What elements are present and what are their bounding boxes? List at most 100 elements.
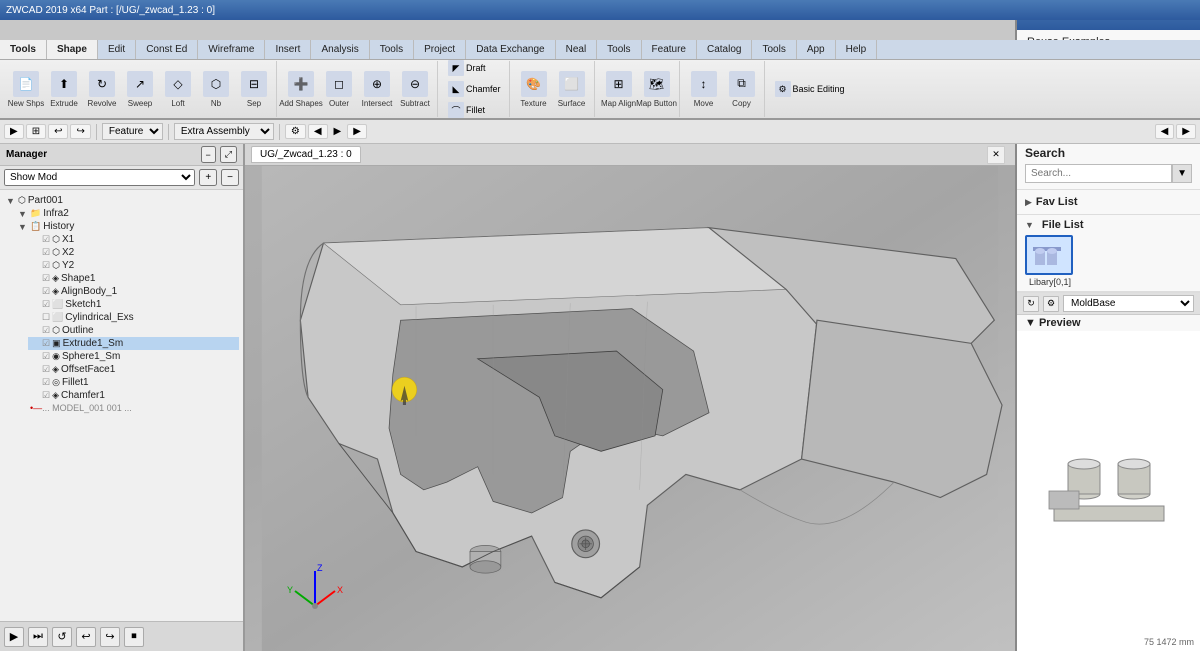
loop-btn[interactable]: ↺ — [52, 627, 72, 647]
tree-item-cylindrical[interactable]: ☐ ⬜ Cylindrical_Exs — [28, 311, 239, 324]
ribbon-tab-const[interactable]: Const Ed — [136, 40, 198, 59]
tree-item-extrude1[interactable]: ☑ ▣ Extrude1_Sm — [28, 337, 239, 350]
ribbon-btn-loft[interactable]: ◇ Loft — [160, 67, 196, 111]
tree-item-y2[interactable]: ☑ ⬡ Y2 — [28, 259, 239, 272]
panel-float-btn[interactable]: ⤢ — [220, 146, 237, 163]
ribbon-tab-edit[interactable]: Edit — [98, 40, 136, 59]
ribbon-tab-wireframe[interactable]: Wireframe — [198, 40, 265, 59]
toolbar-undo-btn[interactable]: ↩ — [48, 124, 68, 139]
tree-item-history[interactable]: ▼ 📋 History — [16, 220, 239, 233]
ribbon-tab-tools2[interactable]: Tools — [370, 40, 414, 59]
viewport-tab[interactable]: UG/_Zwcad_1.23 : 0 — [251, 146, 361, 163]
preview-dropdown[interactable]: MoldBase MoldStd — [1063, 295, 1194, 312]
tree-item-infra2[interactable]: ▼ 📁 Infra2 — [16, 207, 239, 220]
ribbon-tab-analysis[interactable]: Analysis — [311, 40, 369, 59]
favlist-header[interactable]: ▶ Fav List — [1025, 194, 1192, 210]
ribbon-btn-move[interactable]: ↕ Move — [686, 67, 722, 111]
ribbon-btn-texture[interactable]: 🎨 Texture — [516, 67, 552, 111]
toolbar-play-btn[interactable]: ▶ — [4, 124, 24, 139]
ribbon-tabs: Tools Shape Edit Const Ed Wireframe Inse… — [0, 40, 1200, 60]
ribbon-btn-intersect[interactable]: ⊕ Intersect — [359, 67, 395, 111]
ribbon-tab-shape[interactable]: Shape — [47, 40, 98, 59]
step-fwd-btn[interactable]: ↪ — [100, 627, 120, 647]
ribbon-btn-revolve[interactable]: ↻ Revolve — [84, 67, 120, 111]
ribbon-tab-tools3[interactable]: Tools — [597, 40, 641, 59]
ribbon-btn-nb[interactable]: ⬡ Nb — [198, 67, 234, 111]
viewport[interactable]: UG/_Zwcad_1.23 : 0 ✕ — [245, 144, 1015, 651]
favlist-section: ▶ Fav List — [1017, 190, 1200, 215]
ribbon-tab-tools4[interactable]: Tools — [752, 40, 796, 59]
ribbon-tab-tools[interactable]: Tools — [0, 40, 47, 59]
toolbar-grid-btn[interactable]: ⊞ — [26, 124, 46, 139]
toolbar-redo-btn[interactable]: ↪ — [70, 124, 90, 139]
search-input[interactable] — [1025, 164, 1172, 183]
search-heading: Search — [1025, 146, 1192, 160]
toolbar-back-btn[interactable]: ◀ — [308, 124, 328, 139]
tree-item-sphere1[interactable]: ☑ ◉ Sphere1_Sm — [28, 350, 239, 363]
tree-item-fillet1[interactable]: ☑ ◎ Fillet1 — [28, 376, 239, 389]
ribbon-tab-catalog[interactable]: Catalog — [697, 40, 752, 59]
tree-item-alignbody[interactable]: ☑ ◈ AlignBody_1 — [28, 285, 239, 298]
ribbon-btn-map-align[interactable]: ⊞ Map Align — [601, 67, 637, 111]
axis-indicator: X Y Z — [285, 561, 345, 621]
ribbon-sm-fillet[interactable]: ⌒ Fillet — [444, 100, 505, 120]
tree-item-offsetface1[interactable]: ☑ ◈ OffsetFace1 — [28, 363, 239, 376]
tree-item-part001[interactable]: ▼ ⬡ Part001 — [4, 194, 239, 207]
stop-btn[interactable]: ⏹ — [124, 627, 144, 647]
tree-item-sketch1[interactable]: ☑ ⬜ Sketch1 — [28, 298, 239, 311]
ribbon-btn-extrude[interactable]: ⬆ Extrude — [46, 67, 82, 111]
step-back-btn[interactable]: ↩ — [76, 627, 96, 647]
ribbon-sm-chamfer[interactable]: ◣ Chamfer — [444, 79, 505, 99]
offsetface1-label: OffsetFace1 — [61, 364, 115, 375]
ribbon-tab-help[interactable]: Help — [836, 40, 878, 59]
assembly-dropdown[interactable]: Extra Assembly — [174, 123, 274, 140]
sketch1-checkbox: ☑ — [42, 299, 50, 310]
panel-minimize-btn[interactable]: − — [201, 146, 216, 163]
ribbon-btn-sep[interactable]: ⊟ Sep — [236, 67, 272, 111]
collapse-all-btn[interactable]: − — [221, 169, 239, 186]
ribbon-tab-feature[interactable]: Feature — [642, 40, 697, 59]
file-item-libary[interactable]: Libary[0,1] — [1025, 235, 1075, 287]
toolbar-settings-btn[interactable]: ⚙ — [285, 124, 306, 139]
shape1-checkbox: ☑ — [42, 273, 50, 284]
chamfer1-icon: ◈ — [52, 390, 59, 401]
shape1-label: Shape1 — [61, 273, 95, 284]
ribbon-btn-outer[interactable]: ◻ Outer — [321, 67, 357, 111]
ribbon-tab-project[interactable]: Project — [414, 40, 466, 59]
tree-item-x2[interactable]: ☑ ⬡ X2 — [28, 246, 239, 259]
play-btn[interactable]: ▶ — [4, 627, 24, 647]
ribbon-btn-map-btn[interactable]: 🗺 Map Button — [639, 67, 675, 111]
end-btn[interactable]: ⏭ — [28, 627, 48, 647]
search-dropdown-btn[interactable]: ▼ — [1172, 164, 1192, 183]
x1-checkbox: ☑ — [42, 234, 50, 245]
ribbon-btn-add-shps[interactable]: ➕ Add Shapes — [283, 67, 319, 111]
tree-item-outline[interactable]: ☑ ⬡ Outline — [28, 324, 239, 337]
tree-item-x1[interactable]: ☑ ⬡ X1 — [28, 233, 239, 246]
ribbon-btn-copy[interactable]: ⧉ Copy — [724, 67, 760, 111]
ribbon-sm-basic[interactable]: ⚙ Basic Editing — [771, 79, 849, 99]
ribbon-tab-neal[interactable]: Neal — [556, 40, 598, 59]
feature-dropdown[interactable]: Feature — [102, 123, 163, 140]
expand-all-btn[interactable]: + — [199, 169, 217, 186]
tree-item-chamfer1[interactable]: ☑ ◈ Chamfer1 — [28, 389, 239, 402]
preview-settings-btn[interactable]: ⚙ — [1043, 296, 1059, 312]
tree-item-model001: •— ... MODEL_001 001 ... — [28, 402, 239, 414]
ribbon-tab-dataex[interactable]: Data Exchange — [466, 40, 555, 59]
toolbar-extra-btn2[interactable]: ▶ — [1176, 124, 1196, 139]
ribbon-btn-new[interactable]: 📄 New Shps — [8, 67, 44, 111]
loft-icon: ◇ — [165, 71, 191, 97]
ribbon-btn-surface[interactable]: ⬜ Surface — [554, 67, 590, 111]
show-mode-dropdown[interactable]: Show Mod — [4, 169, 195, 186]
vp-close-btn[interactable]: ✕ — [987, 146, 1005, 164]
preview-refresh-btn[interactable]: ↻ — [1023, 296, 1039, 312]
tree-item-shape1[interactable]: ☑ ◈ Shape1 — [28, 272, 239, 285]
ribbon-btn-sweep[interactable]: ↗ Sweep — [122, 67, 158, 111]
x2-checkbox: ☑ — [42, 247, 50, 258]
ribbon-tab-insert[interactable]: Insert — [265, 40, 311, 59]
ribbon-tab-app[interactable]: App — [797, 40, 836, 59]
ribbon-sm-draft[interactable]: ◤ Draft — [444, 60, 505, 78]
toolbar-extra-btn[interactable]: ◀ — [1155, 124, 1175, 139]
ribbon-btn-subtract[interactable]: ⊖ Subtract — [397, 67, 433, 111]
toolbar-next-btn[interactable]: ▶ — [347, 124, 367, 139]
revolve-icon: ↻ — [89, 71, 115, 97]
